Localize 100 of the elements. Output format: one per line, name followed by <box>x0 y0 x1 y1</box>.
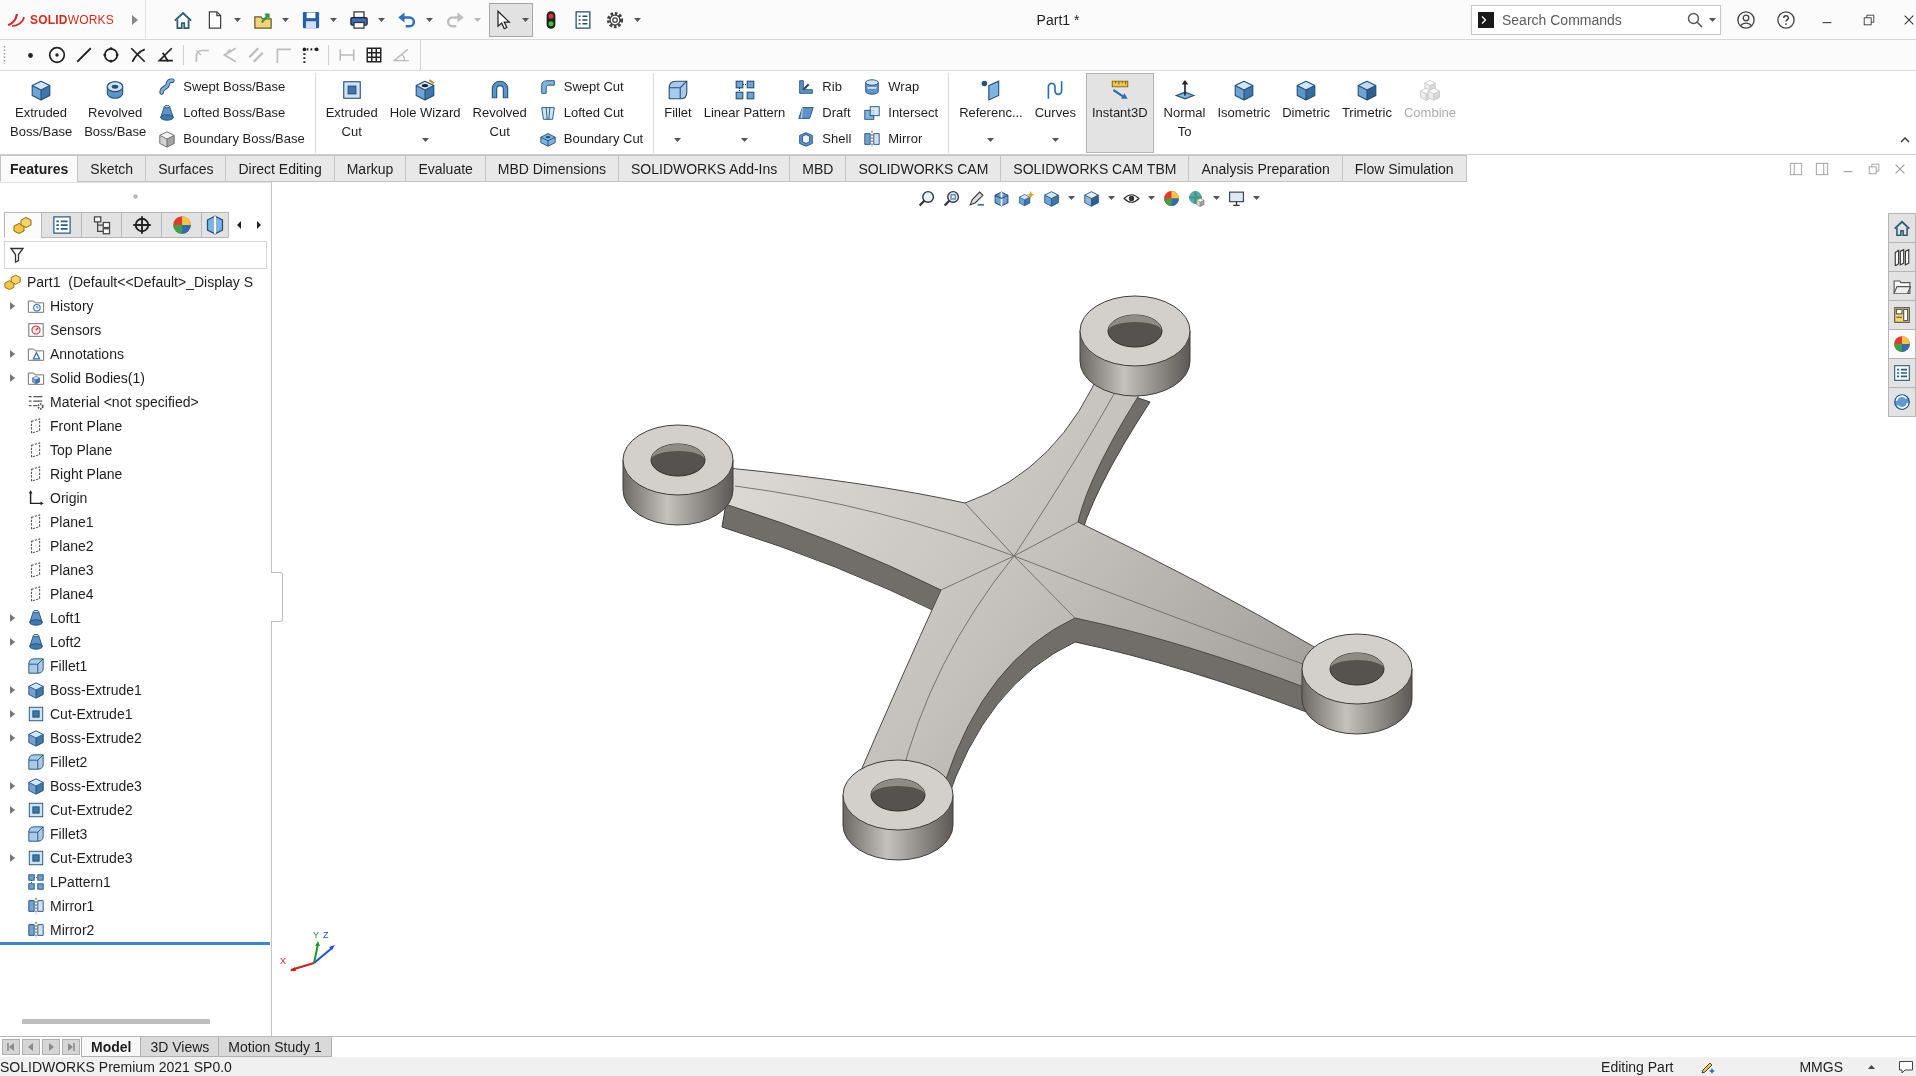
caret-down-icon[interactable] <box>674 137 682 142</box>
command-button[interactable]: Extruded Cut <box>323 72 380 153</box>
caret-down-icon[interactable] <box>330 17 337 22</box>
caret-down-icon[interactable] <box>421 137 429 142</box>
command-button[interactable]: Shell <box>795 125 854 152</box>
panel-tab[interactable] <box>81 212 122 238</box>
color-ball-icon[interactable] <box>1163 189 1180 207</box>
command-button[interactable]: Boundary Cut <box>536 125 646 152</box>
tree-item[interactable]: Cut-Extrude3 <box>50 850 133 866</box>
command-button[interactable]: Instant3D <box>1085 72 1154 153</box>
tree-item[interactable]: Boss-Extrude1 <box>50 682 142 698</box>
chevron-up-icon[interactable] <box>1900 137 1910 143</box>
search-icon[interactable] <box>1687 11 1703 28</box>
command-button[interactable]: Lofted Boss/Base <box>156 99 307 126</box>
expand-arrow-icon[interactable] <box>9 734 15 742</box>
command-button[interactable]: Revolved Boss/Base <box>82 72 149 153</box>
tab[interactable]: Direct Editing <box>225 155 335 182</box>
tree-item[interactable]: Material <not specified> <box>50 394 199 410</box>
circle-center-icon[interactable] <box>48 46 66 64</box>
command-button[interactable]: Intersect <box>861 99 941 126</box>
tab[interactable]: Motion Study 1 <box>218 1037 332 1057</box>
expand-arrow-icon[interactable] <box>9 686 15 694</box>
select-button[interactable] <box>489 2 533 37</box>
command-button[interactable]: Boundary Boss/Base <box>156 125 307 152</box>
globe-cube-icon[interactable] <box>1188 189 1205 207</box>
caret-down-icon[interactable] <box>1068 196 1075 200</box>
expand-arrow-icon[interactable] <box>9 350 15 358</box>
tree-item[interactable]: Loft1 <box>50 610 82 626</box>
tree-item[interactable]: Fillet3 <box>50 826 88 842</box>
tree-item[interactable]: Fillet2 <box>50 754 88 770</box>
cube-icon[interactable] <box>1043 189 1060 207</box>
tab[interactable]: MBD Dimensions <box>484 155 619 182</box>
expand-arrow-icon[interactable] <box>9 806 15 814</box>
tree-item[interactable]: Sensors <box>50 322 102 338</box>
tab[interactable]: Model <box>81 1037 142 1057</box>
tab[interactable]: Flow Simulation <box>1341 155 1467 182</box>
command-button[interactable]: Extruded Boss/Base <box>8 72 75 153</box>
tree-item[interactable]: Loft2 <box>50 634 82 650</box>
caret-down-icon[interactable] <box>741 137 748 142</box>
command-button[interactable]: Normal To <box>1161 72 1208 153</box>
command-button[interactable]: Trimetric <box>1339 72 1394 153</box>
splitter-handle[interactable] <box>271 572 283 622</box>
panel-tab[interactable] <box>201 212 229 238</box>
crossed-lines-icon[interactable] <box>129 46 147 64</box>
tree-item[interactable]: Plane2 <box>50 538 94 554</box>
grid-icon[interactable] <box>365 46 383 64</box>
tab[interactable]: Analysis Preparation <box>1188 155 1343 182</box>
tree-item[interactable]: Part1 (Default<<Default>_Display S <box>27 274 254 290</box>
command-button[interactable]: Referenc... <box>957 72 1025 153</box>
grip-dot-icon[interactable] <box>133 194 138 199</box>
pen-arrow-icon[interactable] <box>968 189 985 207</box>
shaded-cube-icon[interactable] <box>1083 189 1100 207</box>
arrow-left-icon[interactable] <box>237 221 241 229</box>
monitor-icon[interactable] <box>1228 189 1245 207</box>
chat-bubble-icon[interactable] <box>1898 1058 1914 1075</box>
tree-item[interactable]: Right Plane <box>50 466 123 482</box>
task-pane-tab[interactable] <box>1888 358 1916 388</box>
caret-down-icon[interactable] <box>1051 137 1059 142</box>
command-button[interactable]: Hole Wizard <box>387 72 463 153</box>
expand-arrow-icon[interactable] <box>9 638 15 646</box>
units-text[interactable]: MMGS <box>1799 1058 1843 1075</box>
command-button[interactable]: Mirror <box>861 125 941 152</box>
expand-arrow-icon[interactable] <box>9 710 15 718</box>
expand-arrow-icon[interactable] <box>9 614 15 622</box>
search-input[interactable]: Search Commands <box>1502 11 1679 28</box>
task-pane-tab[interactable] <box>1888 242 1916 272</box>
tree-item[interactable]: Front Plane <box>50 418 123 434</box>
task-pane-tab[interactable] <box>1888 213 1916 243</box>
caret-down-icon[interactable] <box>1148 196 1155 200</box>
command-button[interactable]: Rib <box>795 73 854 100</box>
tree-item[interactable]: Annotations <box>50 346 124 362</box>
tree-item[interactable]: Solid Bodies(1) <box>50 370 145 386</box>
command-button[interactable]: Curves <box>1032 72 1078 153</box>
caret-down-icon[interactable] <box>1709 17 1716 22</box>
tree-item[interactable]: Cut-Extrude1 <box>50 706 133 722</box>
command-button[interactable]: Dimetric <box>1280 72 1332 153</box>
tree-item[interactable]: LPattern1 <box>50 874 111 890</box>
expand-arrow-icon[interactable] <box>9 302 15 310</box>
task-pane-tab[interactable] <box>1888 300 1916 330</box>
command-button[interactable]: Revolved Cut <box>470 72 529 153</box>
tree-item[interactable]: Fillet1 <box>50 658 88 674</box>
tree-item[interactable]: Mirror2 <box>50 922 95 938</box>
chevron-right-icon[interactable] <box>132 14 138 25</box>
user-icon[interactable] <box>1737 10 1755 29</box>
tree-item[interactable]: Top Plane <box>50 442 113 458</box>
restore-icon[interactable] <box>1862 12 1876 27</box>
command-button[interactable]: Swept Cut <box>536 73 646 100</box>
circle-icon[interactable] <box>102 46 120 64</box>
tree-item[interactable]: Cut-Extrude2 <box>50 802 133 818</box>
cube-sparkle-icon[interactable] <box>1018 189 1035 207</box>
tab[interactable]: SOLIDWORKS CAM TBM <box>1000 155 1190 182</box>
caret-down-icon[interactable] <box>987 137 995 142</box>
command-button[interactable]: Lofted Cut <box>536 99 646 126</box>
magnifier-box-icon[interactable] <box>943 189 960 207</box>
task-pane-tab[interactable] <box>1888 271 1916 301</box>
command-button[interactable]: Fillet <box>662 72 694 153</box>
help-icon[interactable] <box>1777 10 1795 29</box>
command-button[interactable]: Swept Boss/Base <box>156 73 307 100</box>
tree-item[interactable]: History <box>50 298 94 314</box>
caret-down-icon[interactable] <box>1213 196 1220 200</box>
